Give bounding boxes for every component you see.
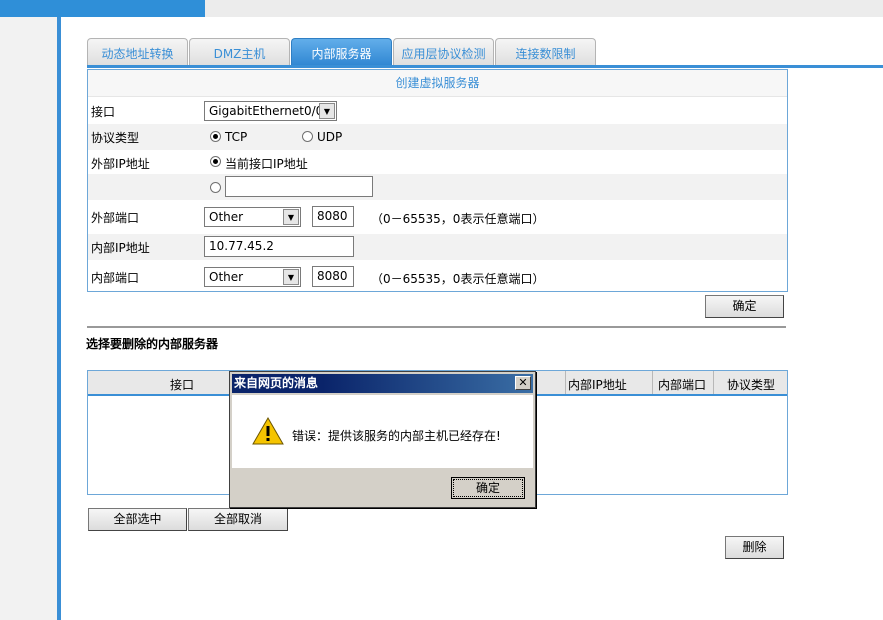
confirm-button[interactable]: 确定 (705, 295, 784, 318)
internal-ip-input[interactable]: 10.77.45.2 (204, 236, 354, 257)
interface-select-value: GigabitEthernet0/0 (209, 104, 324, 118)
external-ip-input[interactable] (225, 176, 373, 197)
interface-label: 接口 (91, 105, 116, 119)
chevron-down-icon: ▼ (283, 209, 299, 225)
panel-title: 创建虚拟服务器 (88, 70, 787, 97)
left-divider (57, 17, 61, 620)
dialog-ok-button[interactable]: 确定 (451, 477, 525, 499)
dialog-ok-label: 确定 (453, 479, 523, 497)
external-ip-custom-radio[interactable] (210, 182, 221, 193)
left-sidebar (0, 17, 57, 620)
internal-port-label: 内部端口 (91, 271, 140, 285)
column-protocol: 协议类型 (727, 378, 776, 392)
top-bar-accent (0, 0, 205, 17)
external-port-select-value: Other (209, 210, 244, 224)
top-bar (205, 0, 883, 17)
chevron-down-icon: ▼ (283, 269, 299, 285)
protocol-tcp-label: TCP (225, 130, 248, 144)
message-dialog: 来自网页的消息 ✕ 错误：提供该服务的内部主机已经存在! 确定 (229, 371, 536, 508)
internal-port-select[interactable]: Other ▼ (204, 267, 301, 287)
external-ip-row: 外部IP地址 当前接口IP地址 (88, 150, 787, 176)
external-port-hint: （0－65535，0表示任意端口） (371, 212, 545, 226)
external-port-row: 外部端口 Other ▼ 8080 （0－65535，0表示任意端口） (88, 204, 787, 230)
tab-underline (87, 65, 883, 68)
section-divider (87, 326, 786, 328)
tab-bar: 动态地址转换 DMZ主机 内部服务器 应用层协议检测 连接数限制 (87, 38, 597, 66)
internal-ip-row: 内部IP地址 10.77.45.2 (88, 234, 787, 260)
dialog-title: 来自网页的消息 (234, 376, 319, 390)
tab-dmz-host[interactable]: DMZ主机 (189, 38, 290, 66)
column-separator (713, 371, 714, 394)
dialog-title-bar[interactable]: 来自网页的消息 ✕ (232, 374, 533, 393)
protocol-udp-label: UDP (317, 130, 343, 144)
internal-port-hint: （0－65535，0表示任意端口） (371, 272, 545, 286)
tab-dynamic-nat[interactable]: 动态地址转换 (87, 38, 188, 66)
deselect-all-button[interactable]: 全部取消 (188, 508, 288, 531)
delete-button[interactable]: 删除 (725, 536, 784, 559)
external-port-input[interactable]: 8080 (312, 206, 354, 227)
create-virtual-server-panel: 创建虚拟服务器 接口 GigabitEthernet0/0 ▼ 协议类型 TCP… (87, 69, 788, 292)
interface-select[interactable]: GigabitEthernet0/0 ▼ (204, 101, 337, 121)
internal-port-input[interactable]: 8080 (312, 266, 354, 287)
external-ip-label: 外部IP地址 (91, 157, 150, 171)
internal-port-select-value: Other (209, 270, 244, 284)
interface-row: 接口 GigabitEthernet0/0 ▼ (88, 98, 787, 124)
column-internal-ip: 内部IP地址 (568, 378, 627, 392)
protocol-tcp-radio[interactable] (210, 131, 221, 142)
select-all-button[interactable]: 全部选中 (88, 508, 187, 531)
internal-port-row: 内部端口 Other ▼ 8080 （0－65535，0表示任意端口） (88, 264, 787, 290)
column-separator (652, 371, 653, 394)
close-icon[interactable]: ✕ (515, 376, 531, 390)
tab-connection-limit[interactable]: 连接数限制 (495, 38, 596, 66)
chevron-down-icon: ▼ (319, 103, 335, 119)
external-port-label: 外部端口 (91, 211, 140, 225)
dialog-body: 错误：提供该服务的内部主机已经存在! (232, 395, 533, 468)
tab-internal-server[interactable]: 内部服务器 (291, 38, 392, 66)
internal-ip-label: 内部IP地址 (91, 241, 150, 255)
column-internal-port: 内部端口 (658, 378, 707, 392)
external-ip-current-radio[interactable] (210, 156, 221, 167)
external-ip-current-label: 当前接口IP地址 (225, 157, 308, 171)
external-ip-custom-row (88, 174, 787, 200)
protocol-row: 协议类型 TCP UDP (88, 124, 787, 150)
protocol-udp-radio[interactable] (302, 131, 313, 142)
column-interface: 接口 (170, 378, 195, 392)
external-port-select[interactable]: Other ▼ (204, 207, 301, 227)
delete-section-title: 选择要删除的内部服务器 (86, 337, 219, 351)
tab-alg-detection[interactable]: 应用层协议检测 (393, 38, 494, 66)
dialog-message: 错误：提供该服务的内部主机已经存在! (292, 429, 501, 443)
protocol-label: 协议类型 (91, 131, 140, 145)
column-separator (565, 371, 566, 394)
warning-icon (252, 417, 284, 445)
